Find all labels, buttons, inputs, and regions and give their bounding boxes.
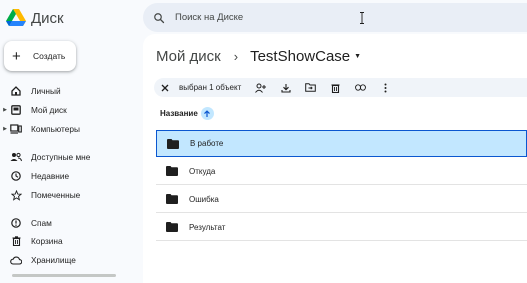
breadcrumb-root[interactable]: Мой диск xyxy=(156,48,221,65)
spam-icon xyxy=(10,217,22,229)
breadcrumb-separator: › xyxy=(233,49,239,64)
folder-icon xyxy=(166,166,178,176)
text-cursor-icon xyxy=(360,12,364,24)
drive-logo-icon xyxy=(6,9,26,26)
storage-usage-bar xyxy=(12,274,116,277)
clock-icon xyxy=(10,170,22,182)
file-name: В работе xyxy=(190,139,224,148)
expand-arrow-icon[interactable]: ▶ xyxy=(0,107,7,113)
sidebar-item-shared[interactable]: Доступные мне xyxy=(0,148,90,166)
search-icon[interactable] xyxy=(153,12,165,24)
file-name: Результат xyxy=(189,222,226,232)
sidebar-item-recent[interactable]: Недавние xyxy=(0,167,69,185)
sidebar-item-personal[interactable]: Личный xyxy=(0,82,61,100)
breadcrumb-current[interactable]: TestShowCase xyxy=(250,48,350,65)
drive-icon xyxy=(10,104,22,116)
plus-icon: + xyxy=(12,47,21,65)
sidebar-item-computers[interactable]: ▶ Компьютеры xyxy=(0,120,80,138)
share-icon[interactable] xyxy=(255,82,267,93)
file-name: Ошибка xyxy=(189,194,219,204)
cloud-icon xyxy=(10,254,22,266)
sidebar-item-label: Помеченные xyxy=(31,190,81,200)
sidebar-item-label: Мой диск xyxy=(31,105,67,115)
home-icon xyxy=(10,85,22,97)
caret-down-icon[interactable]: ▼ xyxy=(354,53,361,60)
column-header-name[interactable]: Название xyxy=(160,107,214,120)
folder-icon xyxy=(166,222,178,232)
star-icon xyxy=(10,189,22,201)
sidebar-item-storage[interactable]: Хранилище xyxy=(0,251,76,269)
sidebar-item-spam[interactable]: Спам xyxy=(0,214,52,232)
selection-toolbar: выбран 1 объект xyxy=(154,78,527,97)
file-row[interactable]: В работе xyxy=(156,130,527,157)
search-input[interactable] xyxy=(175,12,355,23)
sidebar-item-label: Спам xyxy=(31,218,52,228)
computer-icon xyxy=(10,123,22,135)
file-row[interactable]: Откуда xyxy=(156,158,527,185)
sidebar-item-starred[interactable]: Помеченные xyxy=(0,186,80,204)
sidebar-item-label: Недавние xyxy=(31,171,70,181)
selection-count: выбран 1 объект xyxy=(179,83,242,92)
create-button[interactable]: + Создать xyxy=(4,41,76,71)
sidebar-item-label: Хранилище xyxy=(31,255,76,265)
move-icon[interactable] xyxy=(305,82,317,93)
drive-logo[interactable]: Диск xyxy=(6,6,64,30)
column-header-label: Название xyxy=(160,109,198,118)
shared-icon xyxy=(10,151,22,163)
sidebar-item-my-drive[interactable]: ▶ Мой диск xyxy=(0,101,67,119)
sidebar-item-label: Доступные мне xyxy=(31,152,91,162)
file-row[interactable]: Результат xyxy=(156,214,527,241)
download-icon[interactable] xyxy=(280,82,291,93)
file-row[interactable]: Ошибка xyxy=(156,186,527,213)
sidebar-item-trash[interactable]: Корзина xyxy=(0,232,63,250)
search-bar[interactable] xyxy=(143,3,527,32)
app-name: Диск xyxy=(31,9,64,27)
delete-icon[interactable] xyxy=(330,82,341,93)
link-icon[interactable] xyxy=(355,82,367,93)
sidebar-item-label: Компьютеры xyxy=(31,124,80,134)
sidebar-item-label: Корзина xyxy=(31,236,63,246)
breadcrumb: Мой диск › TestShowCase ▼ xyxy=(156,48,361,65)
more-icon[interactable] xyxy=(380,82,391,93)
sidebar-item-label: Личный xyxy=(31,86,61,96)
create-button-label: Создать xyxy=(33,51,66,61)
sort-arrow-up-icon[interactable] xyxy=(200,107,214,120)
main-panel: Мой диск › TestShowCase ▼ выбран 1 объек… xyxy=(143,34,527,283)
file-name: Откуда xyxy=(189,166,216,176)
expand-arrow-icon[interactable]: ▶ xyxy=(0,126,7,132)
trash-icon xyxy=(10,235,22,247)
folder-icon xyxy=(167,138,179,149)
close-icon[interactable] xyxy=(160,83,170,93)
folder-icon xyxy=(166,194,178,204)
